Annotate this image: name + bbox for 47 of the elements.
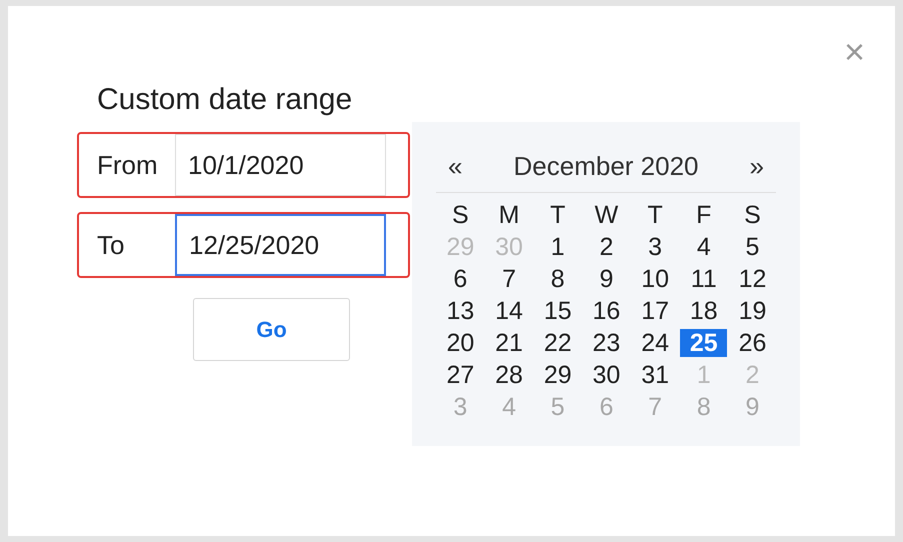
weekday-label: T xyxy=(646,200,664,231)
calendar-day[interactable]: 26 xyxy=(728,327,777,359)
calendar-day[interactable]: 25 xyxy=(680,329,728,357)
calendar-day[interactable]: 11 xyxy=(679,263,728,295)
calendar-day[interactable]: 7 xyxy=(484,263,534,295)
calendar-day[interactable]: 23 xyxy=(582,327,631,359)
calendar-day[interactable]: 5 xyxy=(728,231,777,263)
calendar-day[interactable]: 18 xyxy=(679,295,728,327)
calendar-day[interactable]: 13 xyxy=(436,295,485,327)
calendar-day[interactable]: 3 xyxy=(630,231,680,263)
weekday-label: M xyxy=(498,200,520,231)
calendar-day[interactable]: 17 xyxy=(630,295,680,327)
calendar-day[interactable]: 24 xyxy=(630,327,680,359)
calendar-day[interactable]: 2 xyxy=(582,231,631,263)
calendar-day[interactable]: 14 xyxy=(484,295,534,327)
calendar-day[interactable]: 15 xyxy=(533,295,582,327)
calendar-day[interactable]: 1 xyxy=(533,231,582,263)
calendar-day[interactable]: 27 xyxy=(436,359,485,391)
calendar-day[interactable]: 19 xyxy=(728,295,777,327)
weekday-label: T xyxy=(549,200,566,231)
previous-month-button[interactable]: « xyxy=(448,150,462,182)
calendar-day[interactable]: 10 xyxy=(630,263,680,295)
date-input[interactable]: 10/1/2020 xyxy=(175,134,386,196)
calendar-day[interactable]: 16 xyxy=(582,295,631,327)
calendar-day[interactable]: 31 xyxy=(630,359,680,391)
calendar-day[interactable]: 8 xyxy=(533,263,582,295)
weekday-label: S xyxy=(743,200,762,231)
calendar-day[interactable]: 4 xyxy=(679,231,728,263)
calendar-day[interactable]: 20 xyxy=(436,327,485,359)
calendar-day[interactable]: 6 xyxy=(436,263,485,295)
calendar-day[interactable]: 22 xyxy=(533,327,582,359)
calendar-day[interactable]: 12 xyxy=(728,263,777,295)
calendar-day[interactable]: 28 xyxy=(484,359,534,391)
weekday-label: S xyxy=(451,200,470,231)
calendar-day[interactable]: 30 xyxy=(582,359,631,391)
next-month-button[interactable]: » xyxy=(750,150,764,182)
calendar-day[interactable]: 9 xyxy=(582,263,631,295)
calendar-day[interactable]: 29 xyxy=(533,359,582,391)
dialog-title: Custom date range xyxy=(97,82,354,118)
month-title: December 2020 xyxy=(514,150,698,182)
weekday-label: F xyxy=(695,200,712,231)
go-button[interactable]: Go xyxy=(193,298,350,361)
date-input[interactable]: 12/25/2020 xyxy=(175,214,386,276)
weekday-label: W xyxy=(594,200,620,231)
field-label: To xyxy=(96,230,126,260)
field-label: From xyxy=(96,150,159,180)
calendar-day[interactable]: 21 xyxy=(484,327,534,359)
